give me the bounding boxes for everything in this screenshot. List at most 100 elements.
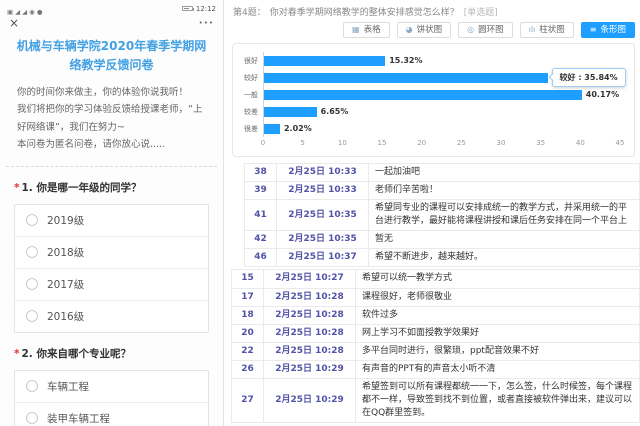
bar-row: 很好15.32%	[237, 52, 620, 69]
comment-id[interactable]: 26	[232, 360, 264, 378]
view-button-bar[interactable]: ≡条形图	[581, 22, 635, 38]
bar-chart-rows: 很好15.32%较好较好 : 35.84% 一般 40.17% 较差 6.65% 很差2.…	[237, 52, 620, 137]
x-tick-label: 30	[497, 139, 506, 147]
view-button-table[interactable]: ▦表格	[343, 22, 390, 38]
close-icon[interactable]: ×	[9, 17, 19, 29]
radio-icon[interactable]	[26, 380, 38, 392]
comment-id[interactable]: 15	[232, 270, 264, 288]
bar-row: 一般 40.17%	[237, 86, 620, 103]
radio-icon[interactable]	[26, 278, 38, 290]
result-question-header: 第4题： 你对春季学期网络教学的整体安排感觉怎么样？ [单选题]	[231, 3, 640, 18]
question-2-option-1[interactable]: 车辆工程	[15, 371, 208, 403]
signal-icon: ◢	[15, 8, 20, 16]
comment-id[interactable]: 42	[245, 231, 277, 249]
radio-icon[interactable]	[26, 214, 38, 226]
comment-row: 182月25日 10:28软件过多	[232, 306, 640, 324]
comment-content: 多平台同时进行，很繁琐，ppt配音效果不好	[356, 342, 640, 360]
comment-date: 2月25日 10:35	[277, 231, 369, 249]
radio-icon[interactable]	[26, 412, 38, 424]
table-chart-icon: ▦	[352, 25, 360, 35]
comment-id[interactable]: 20	[232, 324, 264, 342]
comment-content: 一起加油吧	[369, 164, 640, 182]
view-button-label: 饼状图	[417, 25, 443, 35]
x-tick-label: 0	[261, 139, 265, 147]
comments-table-1-wrap: 382月25日 10:33一起加油吧392月25日 10:33老师们辛苦啦！41…	[244, 163, 640, 267]
bar[interactable]	[264, 107, 317, 117]
question-1-option-4[interactable]: 2016级	[15, 301, 208, 332]
survey-intro: 你的时间你来做主，你的体验你说我听！ 我们将把你的学习体验反馈给授课老师，“上好…	[0, 75, 223, 152]
bar[interactable]	[264, 56, 385, 66]
question-1-option-1[interactable]: 2019级	[15, 205, 208, 237]
intro-line: 本问卷为匿名问卷，请你放心说.....	[17, 136, 206, 153]
question-2-options: 车辆工程装甲车辆工程	[14, 370, 209, 426]
x-tick-label: 45	[616, 139, 625, 147]
bar-chart-icon: ≡	[590, 25, 597, 35]
comments-table-1: 382月25日 10:33一起加油吧392月25日 10:33老师们辛苦啦！41…	[244, 163, 640, 267]
comment-id[interactable]: 17	[232, 288, 264, 306]
question-1-option-2[interactable]: 2018级	[15, 237, 208, 269]
x-tick-label: 35	[536, 139, 545, 147]
question-number: 第4题：	[233, 5, 266, 18]
view-button-label: 条形图	[600, 25, 626, 35]
comment-row: 392月25日 10:33老师们辛苦啦！	[245, 182, 640, 200]
question-1-option-3[interactable]: 2017级	[15, 269, 208, 301]
radio-icon[interactable]	[26, 246, 38, 258]
intro-line: 你的时间你来做主，你的体验你说我听！	[17, 84, 206, 101]
bar-category-label: 较差	[237, 107, 263, 117]
comment-id[interactable]: 18	[232, 306, 264, 324]
comment-id[interactable]: 22	[232, 342, 264, 360]
comment-content: 软件过多	[356, 306, 640, 324]
comment-row: 412月25日 10:35希望同专业的课程可以安排成统一的教学方式，并采用统一的…	[245, 200, 640, 231]
bar-row: 较差 6.65%	[237, 103, 620, 120]
question-block-2: *2. 你来自哪个专业呢？ 车辆工程装甲车辆工程	[0, 333, 223, 426]
bar[interactable]	[264, 73, 548, 83]
bar[interactable]	[264, 124, 280, 134]
gallery-icon: ▣	[7, 8, 13, 16]
bar-track: 15.32%	[263, 52, 620, 69]
bar[interactable]	[264, 90, 582, 100]
view-toggle-group: ▦表格 ◕饼状图 ◎圆环图 ılı柱状图 ≡条形图	[231, 22, 635, 38]
bar-track: 40.17%	[263, 86, 620, 103]
option-label: 车辆工程	[47, 379, 89, 394]
option-label: 2017级	[47, 277, 84, 292]
comment-id[interactable]: 41	[245, 200, 277, 231]
question-1-options: 2019级2018级 2017级 2016级	[14, 204, 209, 333]
bar-chart-card: 很好15.32%较好较好 : 35.84% 一般 40.17% 较差 6.65% 很差2.…	[232, 43, 635, 157]
comment-date: 2月25日 10:33	[277, 182, 369, 200]
bar-track: 较好 : 35.84%	[263, 69, 620, 86]
bar-value-label: 40.17%	[586, 90, 619, 99]
comments-table-2-wrap: 152月25日 10:27希望可以统一教学方式172月25日 10:28课程很好…	[231, 269, 640, 422]
comment-id[interactable]: 27	[232, 378, 264, 422]
comment-date: 2月25日 10:29	[264, 378, 356, 422]
comment-id[interactable]: 39	[245, 182, 277, 200]
bar-value-label: 6.65%	[321, 107, 349, 116]
signal2-icon: ◢	[22, 8, 27, 16]
view-button-column[interactable]: ılı柱状图	[520, 22, 574, 38]
results-panel: 第4题： 你对春季学期网络教学的整体安排感觉怎么样？ [单选题] ▦表格 ◕饼状图…	[224, 0, 640, 426]
comment-row: 172月25日 10:28课程很好，老师很敬业	[232, 288, 640, 306]
question-2-option-2[interactable]: 装甲车辆工程	[15, 403, 208, 426]
comment-row: 262月25日 10:29有声音的PPT有的声音太小听不清	[232, 360, 640, 378]
mobile-survey-panel: ▣◢◢◉● 12:12 × ••• 机械与车辆学院2020年春季学期网络教学反馈…	[0, 0, 224, 426]
donut-chart-icon: ◎	[467, 25, 474, 35]
x-tick-label: 40	[576, 139, 585, 147]
x-tick-label: 5	[300, 139, 304, 147]
comment-row: 202月25日 10:28网上学习不如面授教学效果好	[232, 324, 640, 342]
comment-id[interactable]: 46	[245, 249, 277, 267]
bar-row: 很差2.02%	[237, 120, 620, 137]
browser-icon: ◉	[29, 8, 35, 16]
bar-row: 较好较好 : 35.84%	[237, 69, 620, 86]
x-tick-label: 10	[338, 139, 347, 147]
comment-content: 希望可以统一教学方式	[356, 270, 640, 288]
x-axis: 051015202530354045	[263, 137, 620, 149]
option-label: 装甲车辆工程	[47, 411, 110, 426]
view-button-pie[interactable]: ◕饼状图	[397, 22, 452, 38]
view-button-donut[interactable]: ◎圆环图	[458, 22, 513, 38]
more-menu-icon[interactable]: •••	[199, 19, 214, 27]
comment-id[interactable]: 38	[245, 164, 277, 182]
question-text: 你对春季学期网络教学的整体安排感觉怎么样？	[270, 5, 459, 18]
comment-content: 希望签到可以所有课程都统一一下，怎么签，什么时候签，每个课程都不一样，导致签到找…	[356, 378, 640, 422]
clock-time: 12:12	[196, 5, 216, 13]
radio-icon[interactable]	[26, 310, 38, 322]
bar-category-label: 一般	[237, 90, 263, 100]
